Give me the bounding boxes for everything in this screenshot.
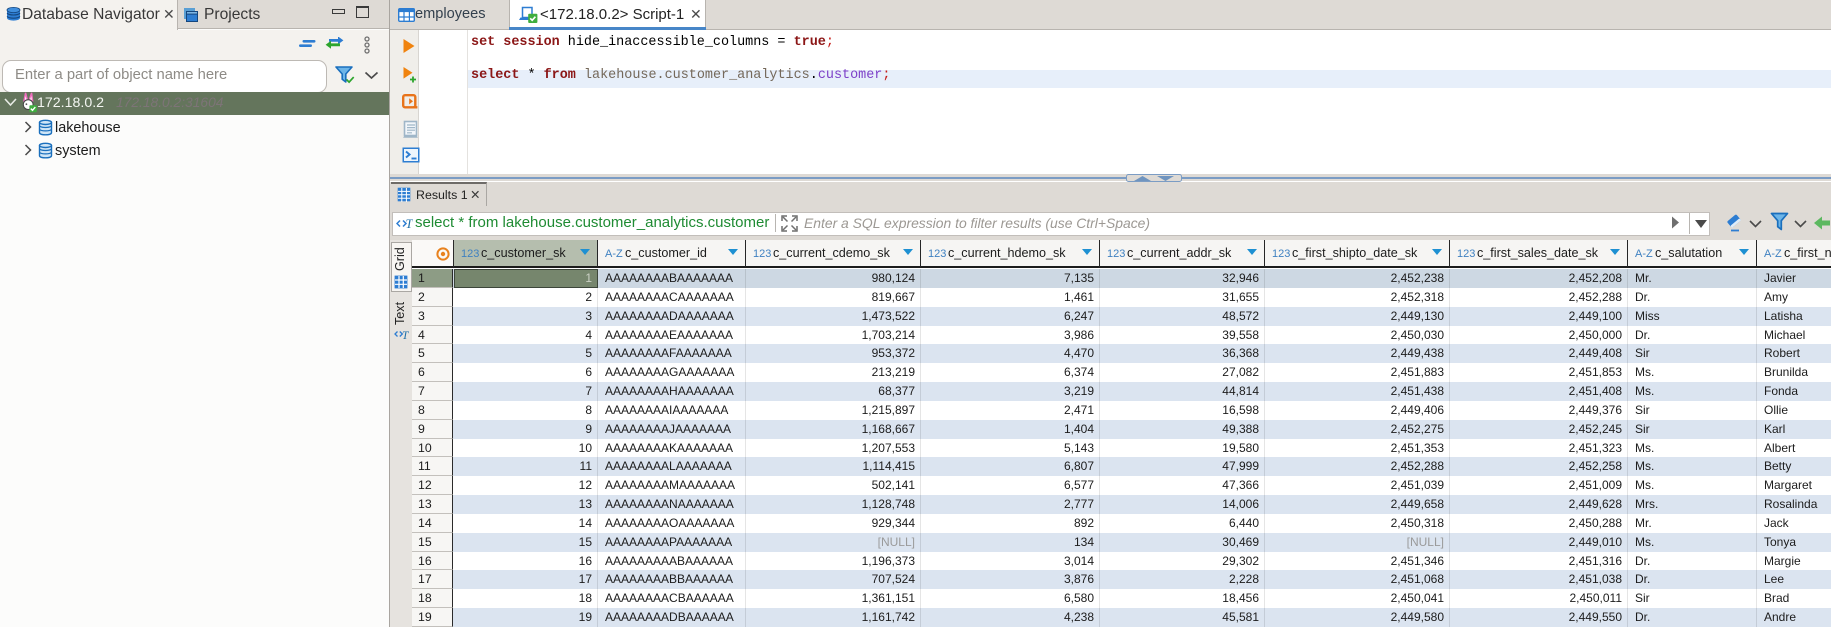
svg-text:T: T <box>402 330 409 342</box>
svg-text:T: T <box>406 216 414 231</box>
